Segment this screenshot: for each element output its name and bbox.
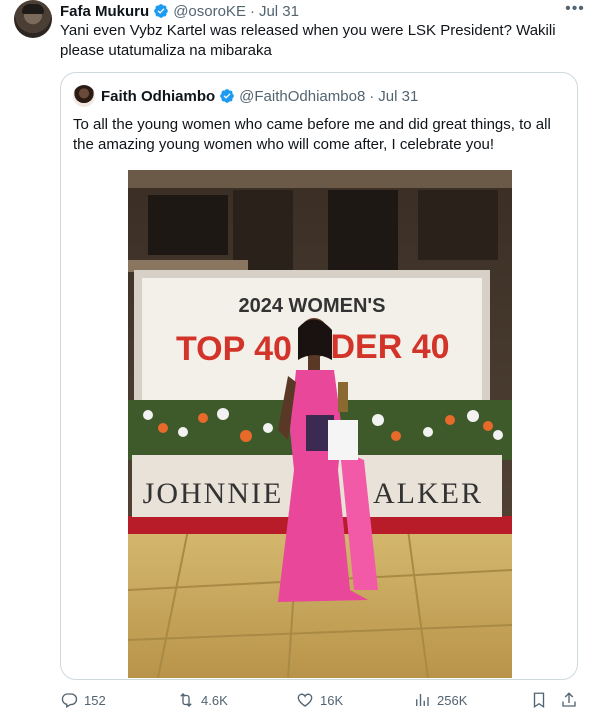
quote-text: To all the young women who came before m…: [73, 116, 551, 153]
reply-icon: [61, 693, 78, 708]
author-handle[interactable]: @osoroKE: [173, 3, 246, 20]
avatar[interactable]: [14, 0, 52, 38]
quote-timestamp: Jul 31: [378, 87, 419, 105]
share-icon: [562, 692, 576, 707]
timestamp[interactable]: Jul 31: [259, 3, 299, 20]
views-button[interactable]: 256K: [413, 691, 467, 709]
tweet-text: Yani even Vybz Kartel was released when …: [60, 22, 556, 59]
tweet-header: Fafa Mukuru @osoroKE · Jul 31: [60, 2, 585, 20]
like-count: 16K: [320, 692, 344, 708]
verified-badge-icon: [154, 4, 169, 18]
heart-icon: [297, 693, 313, 707]
event-photo-illustration: 2024 WOMEN'S TOP 40 DER 40 JOHNNIE ALKER: [128, 170, 512, 678]
bookmark-button[interactable]: [530, 691, 554, 709]
more-options-icon[interactable]: •••: [565, 0, 585, 18]
views-count: 256K: [437, 692, 468, 708]
quote-author-handle: @FaithOdhiambo8: [239, 87, 366, 105]
reply-button[interactable]: 152: [60, 691, 106, 709]
action-bar: 152 4.6K 16K 256K: [60, 688, 588, 714]
reply-count: 152: [84, 692, 106, 708]
banner-text: 2024 WOMEN'S: [238, 295, 385, 317]
separator-dot: ·: [369, 87, 375, 105]
quote-author-name: Faith Odhiambo: [101, 87, 216, 105]
base-text-right: ALKER: [373, 477, 483, 510]
bookmark-icon: [533, 692, 545, 709]
repost-count: 4.6K: [201, 692, 228, 708]
banner-under40: DER 40: [330, 328, 449, 366]
repost-button[interactable]: 4.6K: [177, 691, 228, 709]
verified-badge-icon: [220, 89, 235, 103]
quote-header: Faith Odhiambo @FaithOdhiambo8 · Jul 31: [73, 85, 418, 107]
views-icon: [416, 694, 429, 706]
like-button[interactable]: 16K: [296, 691, 343, 709]
share-button[interactable]: [560, 691, 584, 709]
base-text-left: JOHNNIE: [143, 477, 284, 510]
author-name[interactable]: Fafa Mukuru: [60, 3, 149, 20]
quote-photo[interactable]: 2024 WOMEN'S TOP 40 DER 40 JOHNNIE ALKER: [128, 170, 512, 678]
repost-icon: [180, 693, 192, 707]
quoted-tweet[interactable]: Faith Odhiambo @FaithOdhiambo8 · Jul 31 …: [60, 72, 578, 680]
banner-top40: TOP 40: [176, 330, 292, 368]
tweet: Fafa Mukuru @osoroKE · Jul 31 ••• Yani e…: [0, 0, 605, 718]
separator-dot: ·: [249, 2, 255, 20]
quote-avatar: [73, 85, 95, 107]
